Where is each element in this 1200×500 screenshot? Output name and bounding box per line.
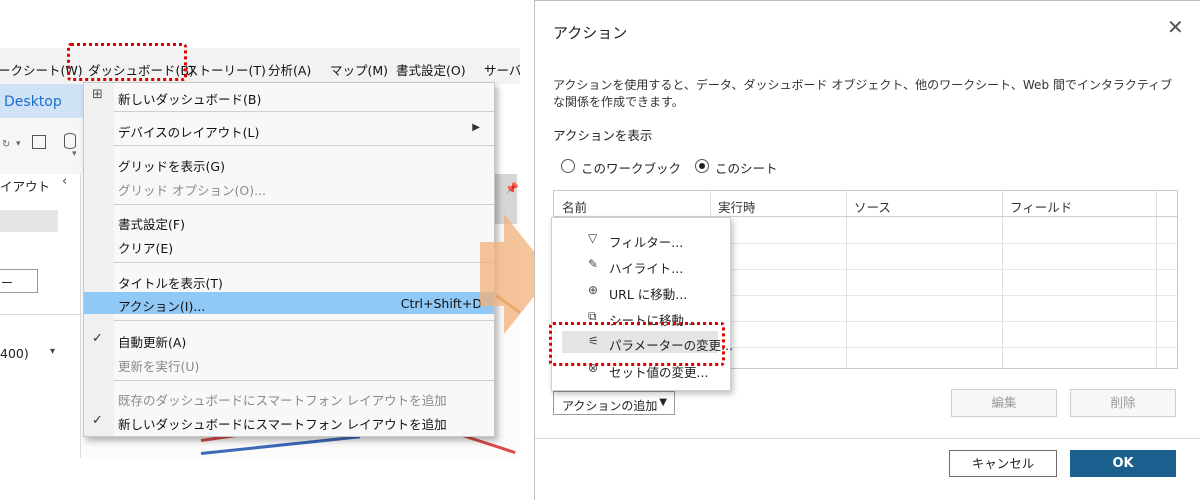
column-header-source[interactable]: ソース xyxy=(854,197,891,216)
cancel-button-label: キャンセル xyxy=(971,456,1035,471)
popup-item-url[interactable]: ⊕ URL に移動... xyxy=(552,280,730,302)
menu-separator xyxy=(114,145,494,146)
dropdown-caret-icon[interactable]: ▾ xyxy=(16,139,21,149)
close-icon[interactable]: ✕ xyxy=(1167,17,1184,37)
menu-item-new-dashboard[interactable]: ⊞ 新しいダッシュボード(B) xyxy=(84,85,494,107)
ok-button[interactable]: OK xyxy=(1070,450,1176,477)
menu-item-label: アクション(I)... xyxy=(118,299,206,314)
layout-section-label: イアウト xyxy=(0,179,51,194)
menu-item-label: デバイスのレイアウト(L) xyxy=(118,125,260,140)
save-icon[interactable] xyxy=(32,135,46,149)
menu-item-add-phone-new[interactable]: ✓ 新しいダッシュボードにスマートフォン レイアウトを追加 xyxy=(84,410,494,432)
dialog-title: アクション xyxy=(553,24,628,42)
menu-item-clear[interactable]: クリア(E) xyxy=(84,234,494,256)
menu-item-label: 既存のダッシュボードにスマートフォン レイアウトを追加 xyxy=(118,393,447,408)
annotation-highlight-dashboard-menu xyxy=(67,43,187,81)
menu-item-show-title[interactable]: タイトルを表示(T) xyxy=(84,269,494,291)
edit-button[interactable]: 編集 xyxy=(951,389,1057,417)
menu-item-label: 新しいダッシュボード(B) xyxy=(118,92,262,107)
menu-separator xyxy=(114,380,494,381)
menu-separator xyxy=(114,320,494,321)
delete-button[interactable]: 削除 xyxy=(1070,389,1176,417)
redo-icon[interactable]: ↻ xyxy=(2,139,10,150)
globe-icon: ⊕ xyxy=(588,283,599,297)
add-action-label: アクションの追加 xyxy=(562,399,658,413)
radio-sheet[interactable] xyxy=(695,159,709,173)
radio-sheet-label[interactable]: このシート xyxy=(715,158,778,177)
size-dropdown-caret-icon[interactable]: ▾ xyxy=(50,346,55,357)
new-dashboard-icon: ⊞ xyxy=(92,87,103,102)
column-header-fields[interactable]: フィールド xyxy=(1010,197,1072,216)
menu-item-run-update: 更新を実行(U) xyxy=(84,352,494,374)
dashboard-menu: ⊞ 新しいダッシュボード(B) デバイスのレイアウト(L) ▶ グリッドを表示(… xyxy=(83,82,495,437)
column-header-name[interactable]: 名前 xyxy=(562,197,587,216)
divider xyxy=(0,314,80,315)
cancel-button[interactable]: キャンセル xyxy=(949,450,1057,477)
show-actions-label: アクションを表示 xyxy=(553,128,653,143)
size-dropdown-value[interactable]: 400) xyxy=(0,346,29,361)
collapse-chevron-icon[interactable]: ‹ xyxy=(62,174,67,189)
menu-item-label: グリッドを表示(G) xyxy=(118,159,225,174)
menu-item-format[interactable]: 書式設定(F) xyxy=(84,210,494,232)
menu-separator xyxy=(114,111,494,112)
radio-workbook[interactable] xyxy=(561,159,575,173)
radio-workbook-label[interactable]: このワークブック xyxy=(581,158,681,177)
annotation-highlight-change-parameter xyxy=(549,322,725,366)
menu-story[interactable]: ストーリー(T) xyxy=(186,60,266,79)
menu-map[interactable]: マップ(M) xyxy=(330,60,388,79)
menu-item-label: 書式設定(F) xyxy=(118,217,185,232)
footer-divider xyxy=(535,438,1200,439)
left-panel: イアウト ‹ ー 400) ▾ xyxy=(0,174,81,458)
toolbar: ↻ ▾ ▾ xyxy=(0,118,90,175)
checkmark-icon: ✓ xyxy=(92,331,103,346)
selected-item[interactable] xyxy=(0,210,58,232)
popup-item-label: フィルター... xyxy=(609,235,684,250)
menu-separator xyxy=(114,262,494,263)
menu-item-actions[interactable]: アクション(I)... Ctrl+Shift+D xyxy=(84,292,494,314)
column-divider xyxy=(1002,191,1003,368)
checkmark-icon: ✓ xyxy=(92,413,103,428)
menu-server[interactable]: サーバ xyxy=(484,60,520,79)
popup-item-label: ハイライト... xyxy=(609,261,684,276)
popup-item-label: URL に移動... xyxy=(609,287,688,302)
submenu-arrow-icon: ▶ xyxy=(472,122,480,133)
device-button[interactable]: ー xyxy=(0,269,38,293)
popup-item-filter[interactable]: ▽ フィルター... xyxy=(552,228,730,250)
menu-item-label: 更新を実行(U) xyxy=(118,359,200,374)
column-divider xyxy=(1156,191,1157,368)
highlight-icon: ✎ xyxy=(588,257,599,271)
dialog-description: アクションを使用すると、データ、ダッシュボード オブジェクト、他のワークシート、… xyxy=(553,78,1173,109)
add-action-button[interactable]: アクションの追加 ▼ xyxy=(553,391,675,415)
delete-button-label: 削除 xyxy=(1110,395,1136,410)
filter-icon: ▽ xyxy=(588,231,598,245)
menu-item-label: クリア(E) xyxy=(118,241,174,256)
menu-item-label: タイトルを表示(T) xyxy=(118,276,223,291)
device-button-label: ー xyxy=(1,276,14,290)
menu-item-auto-update[interactable]: ✓ 自動更新(A) xyxy=(84,328,494,350)
menu-analysis[interactable]: 分析(A) xyxy=(268,60,311,79)
menu-item-label: 自動更新(A) xyxy=(118,335,187,350)
menu-item-label: グリッド オプション(O)... xyxy=(118,183,266,198)
pin-icon[interactable]: 📌 xyxy=(505,182,519,195)
title-bar: Desktop xyxy=(0,84,90,118)
app-title: Desktop xyxy=(4,94,62,110)
chevron-down-icon: ▼ xyxy=(659,397,667,408)
popup-item-highlight[interactable]: ✎ ハイライト... xyxy=(552,254,730,276)
ok-button-label: OK xyxy=(1112,456,1134,471)
datasource-caret-icon[interactable]: ▾ xyxy=(72,149,77,159)
menu-separator xyxy=(114,204,494,205)
menu-item-label: 新しいダッシュボードにスマートフォン レイアウトを追加 xyxy=(118,417,447,432)
menu-item-add-phone-existing: 既存のダッシュボードにスマートフォン レイアウトを追加 xyxy=(84,386,494,408)
menu-item-show-grid[interactable]: グリッドを表示(G) xyxy=(84,152,494,174)
edit-button-label: 編集 xyxy=(991,395,1017,410)
menu-item-grid-options: グリッド オプション(O)... xyxy=(84,176,494,198)
menu-item-device-layout[interactable]: デバイスのレイアウト(L) ▶ xyxy=(84,118,494,140)
datasource-icon[interactable] xyxy=(64,133,76,149)
column-divider xyxy=(846,191,847,368)
menu-format[interactable]: 書式設定(O) xyxy=(396,60,466,79)
column-header-run-on[interactable]: 実行時 xyxy=(718,197,756,216)
menu-item-shortcut: Ctrl+Shift+D xyxy=(400,296,482,311)
